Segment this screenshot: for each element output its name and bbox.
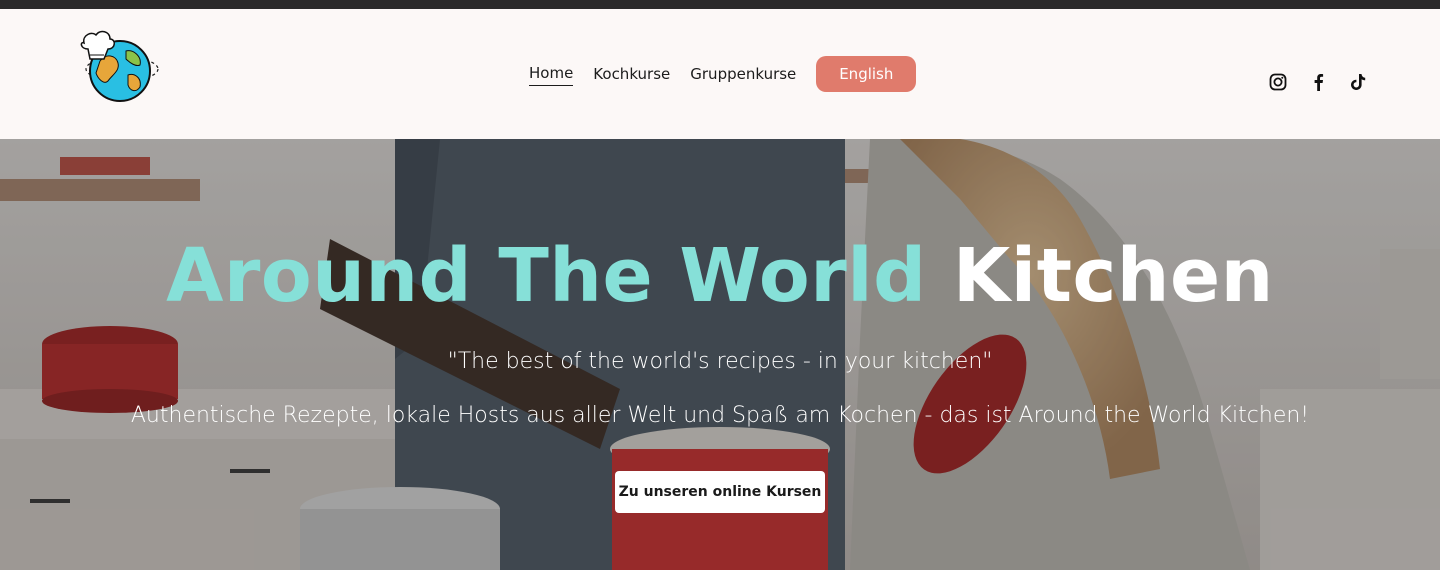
hero-quote: "The best of the world's recipes - in yo… (447, 349, 993, 374)
tiktok-icon[interactable] (1348, 72, 1368, 92)
site-header: Home Kochkurse Gruppenkurse English (0, 9, 1440, 139)
online-courses-button[interactable]: Zu unseren online Kursen (615, 471, 825, 513)
hero-section: Around The World Kitchen "The best of th… (0, 139, 1440, 570)
chef-globe-logo-icon (80, 30, 159, 102)
site-logo[interactable] (76, 29, 160, 105)
hero-description: Authentische Rezepte, lokale Hosts aus a… (130, 403, 1310, 428)
hero-title-part1: Around The World (166, 233, 927, 319)
social-links (1268, 72, 1388, 92)
facebook-icon[interactable] (1308, 72, 1328, 92)
main-nav: Home Kochkurse Gruppenkurse English (529, 56, 917, 92)
nav-item-gruppenkurse[interactable]: Gruppenkurse (690, 64, 796, 84)
hero-title: Around The World Kitchen (0, 231, 1440, 321)
nav-item-kochkurse[interactable]: Kochkurse (593, 64, 670, 84)
nav-item-home[interactable]: Home (529, 63, 574, 86)
instagram-icon[interactable] (1268, 72, 1288, 92)
language-button[interactable]: English (816, 56, 917, 92)
top-dark-bar (0, 0, 1440, 9)
hero-title-part2: Kitchen (952, 233, 1274, 319)
